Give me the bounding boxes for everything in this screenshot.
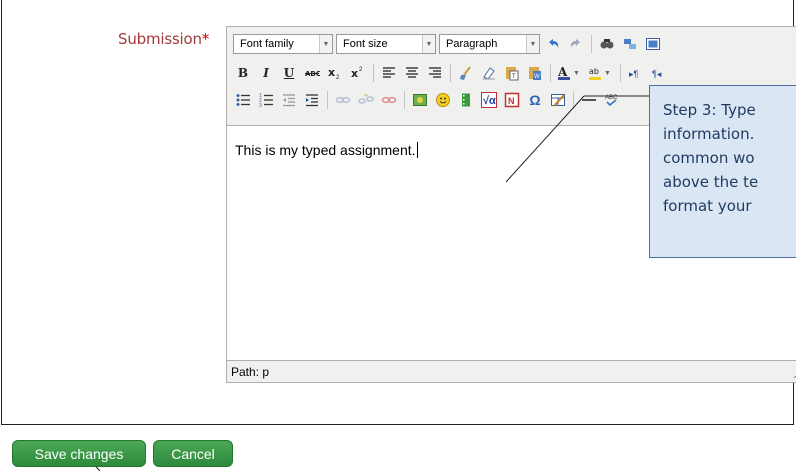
- font-size-select[interactable]: Font size ▼: [336, 34, 436, 54]
- cleanup-icon[interactable]: [456, 63, 476, 83]
- image-icon[interactable]: [410, 90, 430, 110]
- font-family-select[interactable]: Font family ▼: [233, 34, 333, 54]
- underline-icon[interactable]: U: [279, 63, 299, 83]
- unordered-list-icon[interactable]: [233, 90, 253, 110]
- svg-text:N: N: [508, 96, 515, 106]
- ordered-list-icon[interactable]: 123: [256, 90, 276, 110]
- editor-content: This is my typed assignment.: [235, 142, 418, 158]
- svg-text:A: A: [557, 65, 568, 79]
- align-center-icon[interactable]: [402, 63, 422, 83]
- align-right-icon[interactable]: [425, 63, 445, 83]
- ltr-icon[interactable]: ▸¶: [626, 63, 646, 83]
- anchor-icon[interactable]: [379, 90, 399, 110]
- svg-text:2: 2: [359, 67, 363, 73]
- media-icon[interactable]: [456, 90, 476, 110]
- rtl-icon[interactable]: ¶◂: [649, 63, 669, 83]
- callout-line-4: above the te: [663, 173, 759, 191]
- svg-text:T: T: [512, 74, 516, 80]
- required-marker: *: [201, 30, 210, 48]
- callout-line-3: common wo: [663, 149, 755, 167]
- remove-format-icon[interactable]: [479, 63, 499, 83]
- special-char-icon[interactable]: Ω: [525, 90, 545, 110]
- svg-text:¶◂: ¶◂: [652, 69, 662, 79]
- callout-line-1: Step 3: Type: [663, 101, 756, 119]
- submission-label: Submission*: [118, 30, 210, 48]
- find-icon[interactable]: [597, 34, 617, 54]
- nonbreaking-icon[interactable]: N: [502, 90, 522, 110]
- bold-icon[interactable]: B: [233, 63, 253, 83]
- svg-text:▼: ▼: [604, 70, 611, 77]
- svg-text:ab: ab: [589, 67, 599, 76]
- highlight-color-icon[interactable]: ab ▼: [587, 63, 615, 83]
- callout-line-5: format your: [663, 197, 752, 215]
- paste-text-icon[interactable]: T: [502, 63, 522, 83]
- paragraph-select[interactable]: Paragraph ▼: [439, 34, 540, 54]
- link-icon[interactable]: [333, 90, 353, 110]
- redo-icon[interactable]: [566, 34, 586, 54]
- outdent-icon[interactable]: [279, 90, 299, 110]
- emoticon-icon[interactable]: [433, 90, 453, 110]
- spellcheck-icon[interactable]: ABC: [602, 90, 622, 110]
- resize-grip-icon[interactable]: [791, 369, 796, 379]
- callout-line-2: information.: [663, 125, 755, 143]
- toolbar-row-3: 123 √α N Ω ABC: [233, 89, 622, 111]
- text-color-icon[interactable]: A ▼: [556, 63, 584, 83]
- superscript-icon[interactable]: x2: [348, 63, 368, 83]
- step-3-callout: Step 3: Type information. common wo abov…: [649, 85, 796, 258]
- equation-icon[interactable]: √α: [479, 90, 499, 110]
- editor-path: Path: p: [231, 365, 270, 379]
- toolbar-row-1: Font family ▼ Font size ▼ Paragraph ▼: [233, 33, 663, 55]
- align-left-icon[interactable]: [379, 63, 399, 83]
- toolbar-row-2: B I U ABC x2 x2 T W: [233, 62, 669, 84]
- svg-text:▸¶: ▸¶: [629, 69, 639, 79]
- undo-icon[interactable]: [543, 34, 563, 54]
- strikethrough-icon[interactable]: ABC: [302, 63, 322, 83]
- svg-text:x: x: [351, 67, 358, 80]
- italic-icon[interactable]: I: [256, 63, 276, 83]
- fullscreen-icon[interactable]: [643, 34, 663, 54]
- paste-word-icon[interactable]: W: [525, 63, 545, 83]
- subscript-icon[interactable]: x2: [325, 63, 345, 83]
- text-caret: [416, 142, 418, 158]
- unlink-icon[interactable]: [356, 90, 376, 110]
- save-changes-button[interactable]: Save changes: [12, 440, 146, 467]
- table-icon[interactable]: [548, 90, 568, 110]
- find-replace-icon[interactable]: [620, 34, 640, 54]
- svg-text:▼: ▼: [573, 70, 580, 77]
- hr-icon[interactable]: [579, 90, 599, 110]
- cancel-button[interactable]: Cancel: [153, 440, 233, 467]
- svg-text:x: x: [328, 66, 335, 79]
- indent-icon[interactable]: [302, 90, 322, 110]
- svg-text:√α: √α: [483, 95, 496, 107]
- svg-text:2: 2: [336, 75, 340, 81]
- svg-text:W: W: [534, 74, 540, 80]
- svg-text:3: 3: [259, 103, 262, 108]
